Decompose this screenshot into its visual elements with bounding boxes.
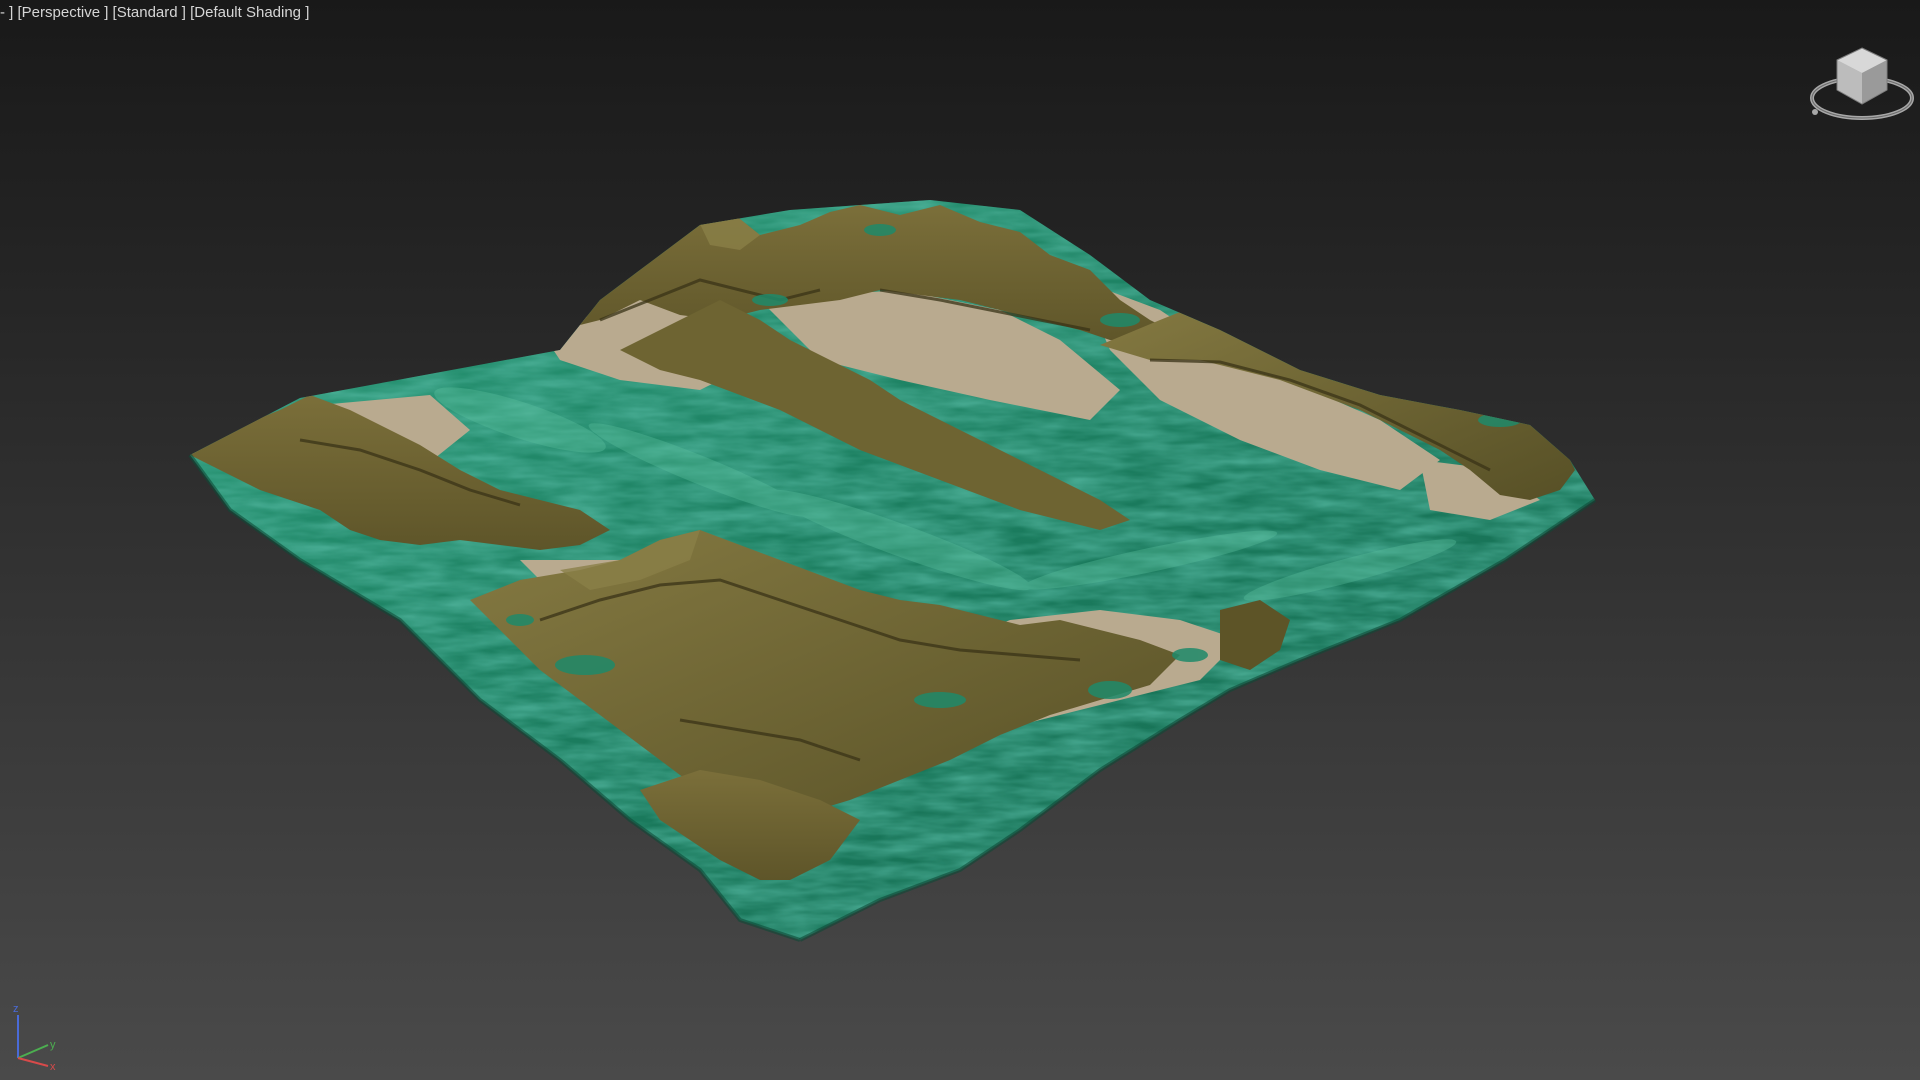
viewcube-navigation-icon[interactable]	[1805, 40, 1915, 130]
axis-z-label: z	[13, 1003, 19, 1015]
axis-y-label: y	[50, 1039, 56, 1051]
axis-tripod-icon: z y x	[13, 1003, 56, 1070]
terrain-mesh[interactable]	[0, 0, 1920, 1080]
perspective-viewport[interactable]: - ] [Perspective ] [Standard ] [Default …	[0, 0, 1920, 1080]
axis-x-label: x	[50, 1061, 56, 1070]
